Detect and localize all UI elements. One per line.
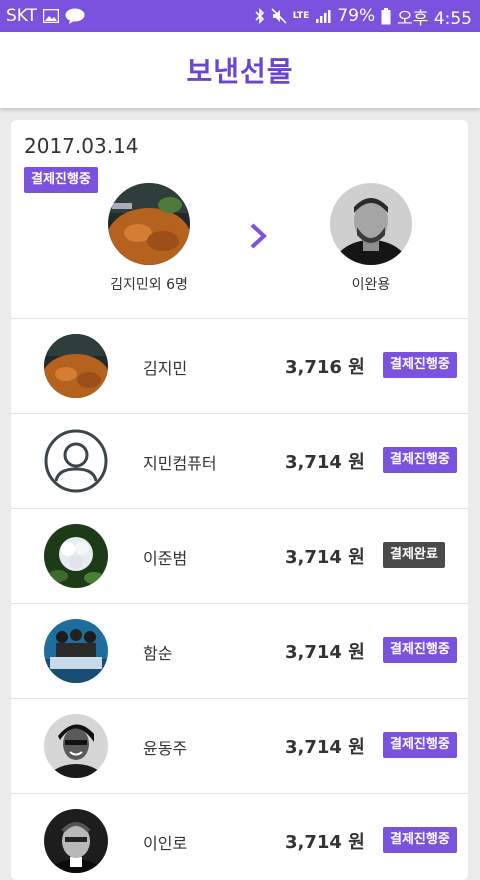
page-title: 보낸선물 [186,55,294,88]
amount: 3,714 원 [285,452,365,473]
sender-label: 김지민외 6명 [110,277,188,293]
list-item[interactable]: 지민컴퓨터 3,714 원 결제진행중 [11,413,468,508]
status-badge: 결제진행중 [383,732,457,758]
list-item[interactable]: 이준범 3,714 원 결제완료 [11,508,468,603]
carrier-label: SKT [6,6,38,26]
recipient-name: 김지민 [143,359,188,378]
avatar [44,524,108,588]
gift-date: 2017.03.14 [24,134,139,158]
avatar [44,714,108,778]
sender-avatar[interactable] [108,183,190,265]
battery-percent: 79% [337,6,376,26]
recipient-name: 윤동주 [143,739,188,758]
recipient-name: 이인로 [143,834,188,853]
avatar [44,619,108,683]
status-bar: SKT LTE 79% 오후 4:55 [0,0,480,32]
amount: 3,714 원 [285,642,365,663]
amount: 3,714 원 [285,737,365,758]
signal-icon [315,9,331,23]
gift-card: 2017.03.14 결제진행중 김지민외 6명 이완용 김지민 3,716 원… [11,120,468,880]
app-header: 보낸선물 [0,32,480,108]
status-badge: 결제진행중 [383,827,457,853]
gallery-icon [43,9,60,23]
amount: 3,714 원 [285,832,365,853]
status-badge: 결제진행중 [383,637,457,663]
recipient-avatar[interactable] [330,183,412,265]
recipient-label: 이완용 [351,277,391,293]
status-badge: 결제완료 [383,542,445,568]
mute-icon [271,8,287,24]
battery-icon [381,7,391,25]
amount: 3,716 원 [285,357,365,378]
recipient-name: 함순 [143,644,173,663]
default-avatar-icon [44,429,108,493]
avatar [44,809,108,873]
list-item[interactable]: 윤동주 3,714 원 결제진행중 [11,698,468,793]
recipient-name: 이준범 [143,549,188,568]
recipient-name: 지민컴퓨터 [143,454,217,473]
list-item[interactable]: 함순 3,714 원 결제진행중 [11,603,468,698]
network-label: LTE [292,11,310,21]
talk-icon [65,8,85,24]
status-badge: 결제진행중 [383,352,457,378]
clock: 오후 4:55 [397,8,472,29]
status-badge: 결제진행중 [383,447,457,473]
list-item[interactable]: 김지민 3,716 원 결제진행중 [11,318,468,413]
chevron-right-icon [249,220,269,256]
recipient-list: 김지민 3,716 원 결제진행중 지민컴퓨터 3,714 원 결제진행중 이준… [11,318,468,880]
bluetooth-icon [255,8,265,24]
avatar [44,334,108,398]
list-item[interactable]: 이인로 3,714 원 결제진행중 [11,793,468,880]
gift-status-badge: 결제진행중 [24,167,98,193]
amount: 3,714 원 [285,547,365,568]
